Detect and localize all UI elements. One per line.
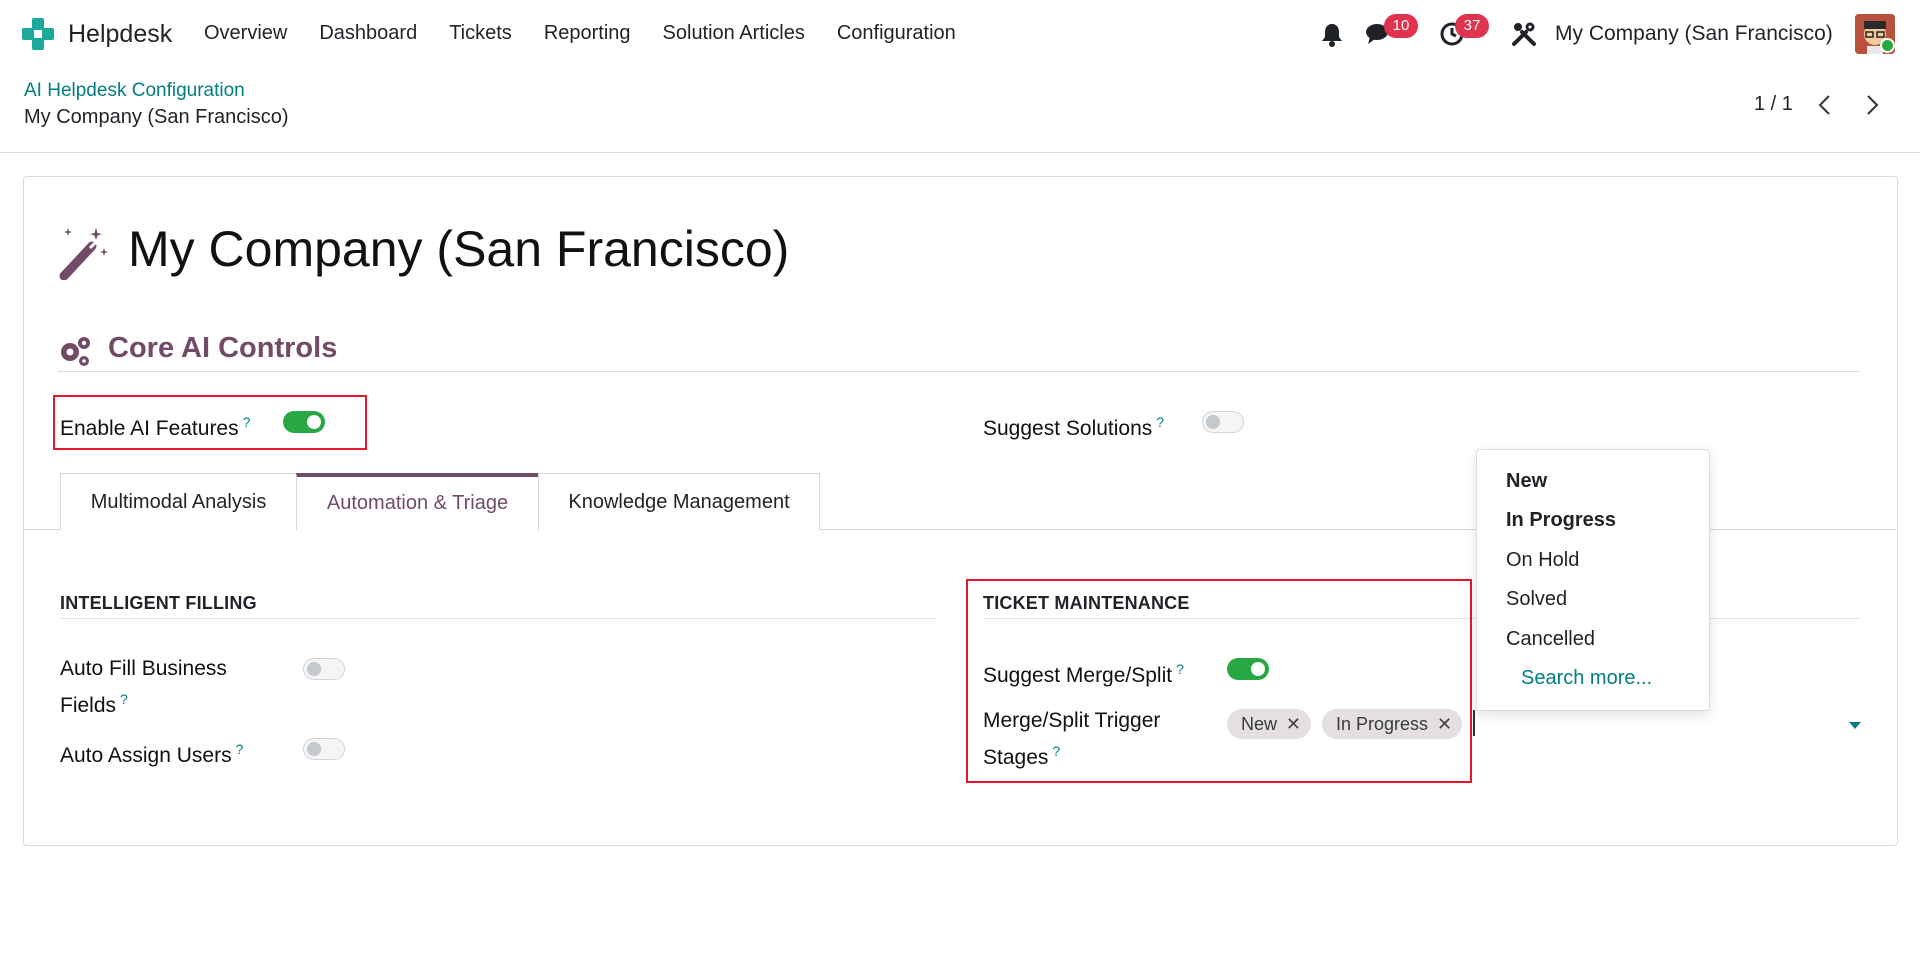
suggest-solutions-toggle[interactable] [1202,411,1244,433]
main-menu: Overview Dashboard Tickets Reporting Sol… [204,22,988,45]
dropdown-search-more[interactable]: Search more... [1521,667,1652,690]
breadcrumb-current: My Company (San Francisco) [24,106,289,128]
record-title: My Company (San Francisco) [128,221,790,277]
stages-input-cursor[interactable] [1473,710,1475,736]
online-status-dot [1880,38,1895,53]
menu-overview[interactable]: Overview [204,22,287,45]
dropdown-option-new[interactable]: New [1506,470,1547,493]
top-navbar: Helpdesk Overview Dashboard Tickets Repo… [0,0,1920,68]
auto-assign-label: Auto Assign Users [60,744,232,767]
control-panel-divider [0,152,1920,153]
chevron-right-icon[interactable] [1857,90,1887,120]
app-brand[interactable]: Helpdesk [22,16,172,52]
menu-dashboard[interactable]: Dashboard [319,22,417,45]
menu-reporting[interactable]: Reporting [544,22,631,45]
auto-fill-field: Auto Fill Business Fields? [60,654,280,721]
auto-fill-help[interactable]: ? [120,691,128,707]
auto-assign-field: Auto Assign Users? [60,734,243,771]
highlight-box-ticket-maintenance [966,579,1472,783]
company-switcher[interactable]: My Company (San Francisco) [1555,22,1833,46]
chevron-left-icon[interactable] [1810,90,1840,120]
section-title-core-ai: Core AI Controls [108,332,338,364]
menu-tickets[interactable]: Tickets [449,22,512,45]
pager-value[interactable]: 1 / 1 [1754,93,1793,116]
stage-autocomplete-dropdown: New In Progress On Hold Solved Cancelled… [1476,449,1710,711]
app-name: Helpdesk [68,19,173,48]
gears-icon [61,337,90,366]
tools-icon[interactable] [1510,20,1538,48]
dropdown-option-cancelled[interactable]: Cancelled [1506,628,1595,651]
tab-knowledge-management[interactable]: Knowledge Management [538,473,820,530]
caret-down-icon[interactable] [1849,722,1861,729]
section-divider [58,371,1860,372]
group-title-intelligent-filling: INTELLIGENT FILLING [60,593,257,613]
messages-badge: 10 [1384,14,1418,38]
dropdown-option-in-progress[interactable]: In Progress [1506,509,1616,532]
helpdesk-logo-icon [22,18,54,50]
highlight-box-enable-ai [53,395,367,450]
auto-assign-toggle[interactable] [303,738,345,760]
breadcrumb-parent[interactable]: AI Helpdesk Configuration [24,80,245,102]
group-divider [60,618,937,619]
suggest-solutions-field: Suggest Solutions? [983,407,1164,444]
auto-assign-help[interactable]: ? [236,741,244,757]
bell-icon[interactable] [1318,20,1346,48]
tab-automation-triage[interactable]: Automation & Triage [296,473,539,530]
auto-fill-label: Auto Fill Business Fields [60,657,227,717]
menu-solution-articles[interactable]: Solution Articles [663,22,805,45]
tab-multimodal-analysis[interactable]: Multimodal Analysis [60,473,297,530]
dropdown-option-solved[interactable]: Solved [1506,588,1567,611]
dropdown-option-on-hold[interactable]: On Hold [1506,549,1579,572]
magic-wand-icon [59,228,108,280]
activities-badge: 37 [1455,14,1489,38]
auto-fill-toggle[interactable] [303,658,345,680]
menu-configuration[interactable]: Configuration [837,22,956,45]
suggest-solutions-help[interactable]: ? [1156,414,1164,430]
suggest-solutions-label: Suggest Solutions [983,417,1153,440]
